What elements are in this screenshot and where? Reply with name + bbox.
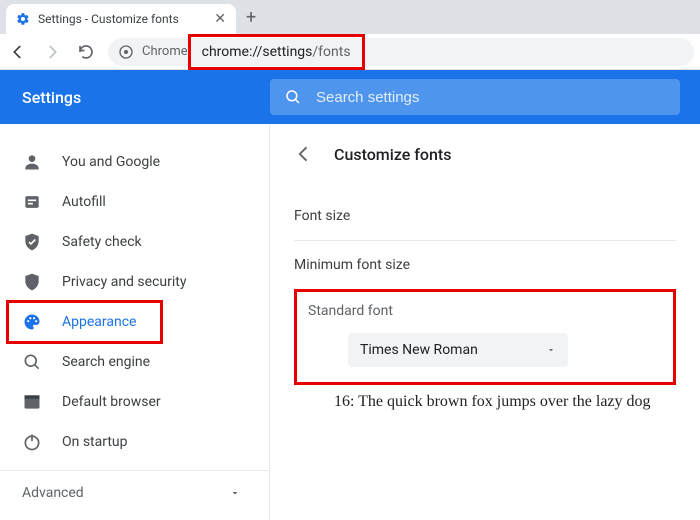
sidebar-item-privacy[interactable]: Privacy and security xyxy=(0,262,253,302)
reload-button[interactable] xyxy=(74,40,98,64)
power-icon xyxy=(22,432,42,452)
chevron-down-icon xyxy=(546,345,556,355)
sidebar-item-label: On startup xyxy=(62,434,128,450)
url-text: chrome://settings/fonts xyxy=(202,44,351,60)
main-panel: Customize fonts Font size Minimum font s… xyxy=(270,124,700,520)
close-icon[interactable]: ✕ xyxy=(214,11,226,27)
font-size-label: Font size xyxy=(294,208,350,224)
browser-toolbar: Chrome chrome://settings/fonts xyxy=(0,34,700,70)
shield-icon xyxy=(22,272,42,292)
dropdown-value: Times New Roman xyxy=(360,342,478,358)
gear-icon xyxy=(16,12,30,26)
min-font-size-row[interactable]: Minimum font size xyxy=(294,241,676,289)
font-size-row[interactable]: Font size xyxy=(294,192,676,241)
search-icon xyxy=(22,352,42,372)
palette-icon xyxy=(22,312,42,332)
chrome-chip-label: Chrome xyxy=(142,44,188,59)
sidebar-item-default-browser[interactable]: Default browser xyxy=(0,382,253,422)
omnibox[interactable]: Chrome chrome://settings/fonts xyxy=(108,38,694,66)
search-settings[interactable] xyxy=(270,79,680,115)
sidebar-item-label: Autofill xyxy=(62,194,106,210)
back-arrow-button[interactable] xyxy=(294,144,314,164)
forward-button[interactable] xyxy=(40,40,64,64)
standard-font-dropdown[interactable]: Times New Roman xyxy=(348,333,568,367)
sidebar-item-search-engine[interactable]: Search engine xyxy=(0,342,253,382)
sidebar-item-on-startup[interactable]: On startup xyxy=(0,422,253,462)
search-input[interactable] xyxy=(316,89,666,106)
shield-check-icon xyxy=(22,232,42,252)
browser-icon xyxy=(22,392,42,412)
search-icon xyxy=(284,88,302,106)
standard-font-block: Standard font Times New Roman xyxy=(294,289,676,385)
tab-strip: Settings - Customize fonts ✕ + xyxy=(0,0,700,34)
sidebar-item-label: Appearance xyxy=(62,314,136,330)
settings-header: Settings xyxy=(0,70,700,124)
sidebar-item-label: Search engine xyxy=(62,354,150,370)
sidebar-item-label: You and Google xyxy=(62,154,160,170)
font-sample-text: 16: The quick brown fox jumps over the l… xyxy=(294,385,700,411)
settings-title: Settings xyxy=(0,88,270,107)
sidebar-item-autofill[interactable]: Autofill xyxy=(0,182,253,222)
sidebar-item-label: Privacy and security xyxy=(62,274,186,290)
sidebar-advanced[interactable]: Advanced xyxy=(0,471,269,515)
browser-tab[interactable]: Settings - Customize fonts ✕ xyxy=(6,4,236,34)
page-title: Customize fonts xyxy=(334,145,451,164)
min-font-size-label: Minimum font size xyxy=(294,257,410,273)
sidebar-item-you-and-google[interactable]: You and Google xyxy=(0,142,253,182)
tab-title: Settings - Customize fonts xyxy=(38,12,206,26)
back-button[interactable] xyxy=(6,40,30,64)
sidebar-item-appearance[interactable]: Appearance xyxy=(0,302,253,342)
advanced-label: Advanced xyxy=(22,485,84,501)
sidebar-item-safety-check[interactable]: Safety check xyxy=(0,222,253,262)
person-icon xyxy=(22,152,42,172)
autofill-icon xyxy=(22,192,42,212)
new-tab-button[interactable]: + xyxy=(246,7,256,28)
sidebar-item-label: Safety check xyxy=(62,234,142,250)
sidebar: You and Google Autofill Safety check Pri… xyxy=(0,124,270,520)
standard-font-label: Standard font xyxy=(308,303,662,319)
site-chip-icon xyxy=(118,44,134,60)
sidebar-item-label: Default browser xyxy=(62,394,161,410)
chevron-down-icon xyxy=(229,487,241,499)
